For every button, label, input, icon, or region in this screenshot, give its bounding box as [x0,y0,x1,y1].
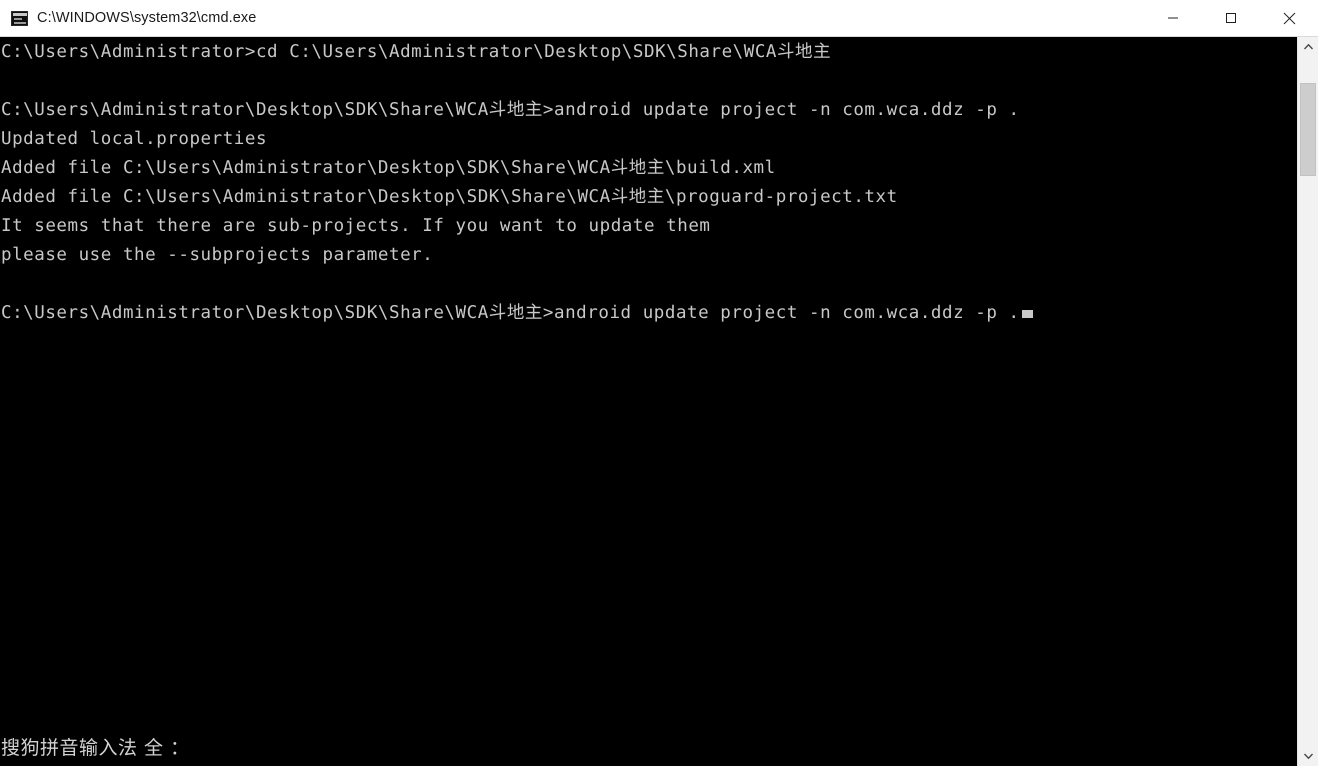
console-line: Added file C:\Users\Administrator\Deskto… [1,187,898,207]
console-line: C:\Users\Administrator\Desktop\SDK\Share… [1,100,1020,120]
console-line: It seems that there are sub-projects. If… [1,216,711,236]
close-icon [1283,12,1295,24]
console-prompt-text: C:\Users\Administrator\Desktop\SDK\Share… [1,303,1020,323]
maximize-icon [1226,13,1236,23]
chevron-down-icon [1303,753,1313,760]
cmd-console-icon [11,10,28,26]
chevron-up-icon [1303,43,1313,50]
ime-status-line: 搜狗拼音输入法 全 ： [1,737,190,759]
close-button[interactable] [1260,0,1318,36]
console-lines: C:\Users\Administrator>cd C:\Users\Admin… [0,38,1297,328]
scrollbar-track[interactable] [1298,57,1318,746]
cmd-window: C:\WINDOWS\system32\cmd.exe C:\Users\Adm… [0,0,1318,766]
window-title: C:\WINDOWS\system32\cmd.exe [37,10,257,26]
console-line: C:\Users\Administrator>cd C:\Users\Admin… [1,42,832,62]
minimize-icon [1168,17,1178,19]
console-output-area[interactable]: C:\Users\Administrator>cd C:\Users\Admin… [0,37,1297,766]
scroll-down-button[interactable] [1298,746,1318,766]
title-bar[interactable]: C:\WINDOWS\system32\cmd.exe [0,0,1318,37]
maximize-button[interactable] [1202,0,1260,36]
scrollbar-thumb[interactable] [1300,83,1316,176]
console-line: Added file C:\Users\Administrator\Deskto… [1,158,776,178]
console-line: Updated local.properties [1,129,268,149]
window-controls [1144,0,1318,36]
text-cursor [1021,310,1033,318]
minimize-button[interactable] [1144,0,1202,36]
console-line: please use the --subprojects parameter. [1,245,434,265]
console-prompt-line: C:\Users\Administrator\Desktop\SDK\Share… [0,299,1297,328]
vertical-scrollbar[interactable] [1297,37,1318,766]
scroll-up-button[interactable] [1298,37,1318,57]
